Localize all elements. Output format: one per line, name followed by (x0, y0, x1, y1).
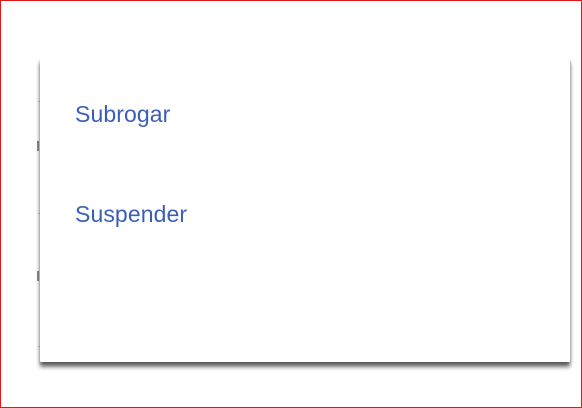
menu-item-suspender[interactable]: Suspender (75, 203, 187, 226)
actions-dropdown-menu: Subrogar Suspender (40, 58, 570, 362)
menu-item-subrogar[interactable]: Subrogar (75, 103, 170, 126)
highlight-frame: Subrogar Suspender (0, 0, 582, 408)
background-row-mark (37, 141, 39, 151)
background-row-mark (37, 271, 39, 281)
